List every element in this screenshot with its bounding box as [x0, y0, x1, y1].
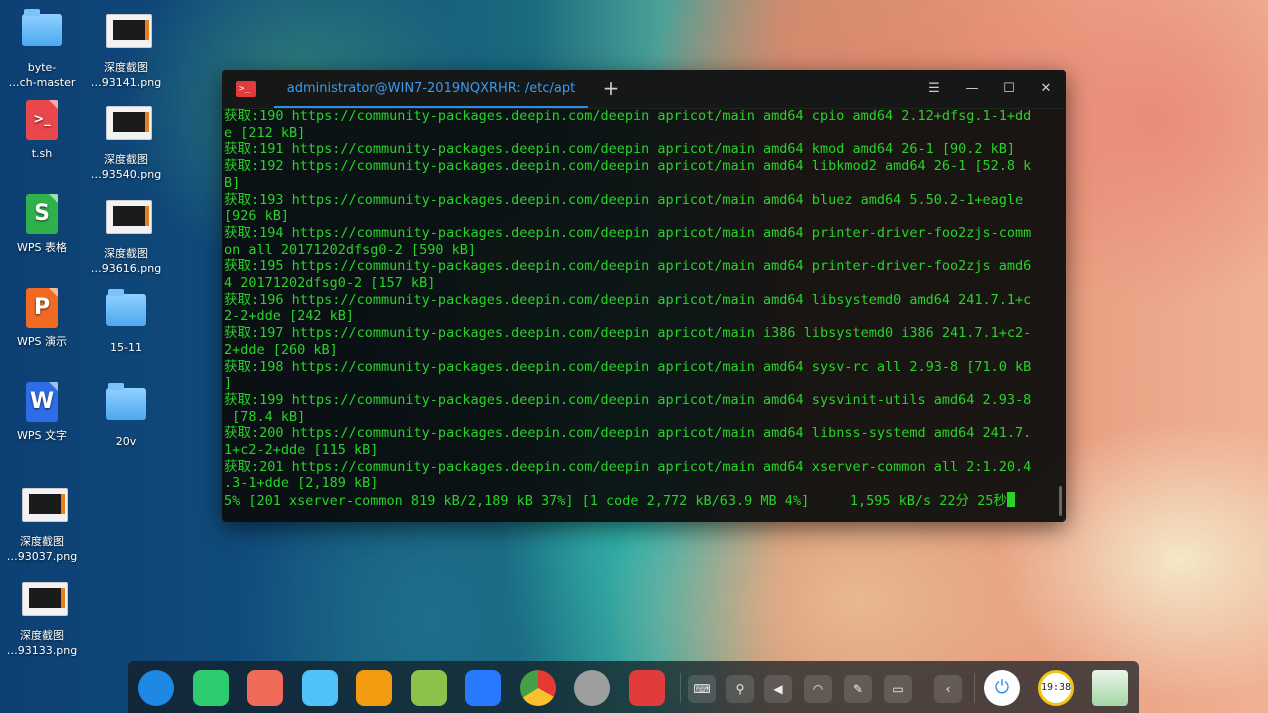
- dock-music-icon[interactable]: [410, 670, 447, 706]
- dock-movie-icon[interactable]: [465, 670, 501, 706]
- desktop-icon[interactable]: 15-11: [84, 288, 168, 355]
- shell-icon: >_: [22, 100, 62, 140]
- desktop-icon-label: 深度截图 …93133.png: [6, 629, 78, 657]
- terminal-line: 2+dde [260 kB]: [224, 341, 338, 358]
- folder-icon: [106, 383, 146, 428]
- terminal-window[interactable]: >_ administrator@WIN7-2019NQXRHR: /etc/a…: [222, 70, 1066, 522]
- desktop-icon[interactable]: 深度截图 …93141.png: [84, 8, 168, 90]
- terminal-line: 获取:193 https://community-packages.deepin…: [224, 191, 1024, 208]
- terminal-line: 获取:195 https://community-packages.deepin…: [224, 258, 1032, 275]
- terminal-line: 获取:190 https://community-packages.deepin…: [224, 108, 1032, 124]
- maximize-button[interactable]: ☐: [997, 79, 1021, 99]
- dock-deepin-store-icon[interactable]: [356, 670, 392, 706]
- desktop-icon[interactable]: S WPS 表格: [0, 194, 84, 255]
- desktop-icon[interactable]: P WPS 演示: [0, 288, 84, 349]
- scrollbar[interactable]: [1059, 486, 1062, 516]
- image-file-icon: [106, 14, 152, 54]
- desktop-icon[interactable]: 深度截图 …93540.png: [84, 100, 168, 182]
- image-file-icon: [106, 200, 152, 240]
- image-file-icon: [22, 582, 68, 622]
- terminal-output[interactable]: 获取:190 https://community-packages.deepin…: [224, 108, 1066, 522]
- terminal-line: 获取:201 https://community-packages.deepin…: [224, 458, 1032, 475]
- power-icon[interactable]: ⏻: [984, 670, 1020, 706]
- dock-terminal-icon[interactable]: [628, 670, 665, 706]
- dock-chrome-icon[interactable]: [519, 670, 556, 706]
- dock-separator: [974, 673, 975, 703]
- desktop-icon[interactable]: W WPS 文字: [0, 382, 84, 443]
- terminal-line: B]: [224, 174, 241, 191]
- desktop-icon-label: byte- …ch-master: [8, 61, 76, 89]
- tray-usb-icon[interactable]: ⚲: [726, 675, 754, 703]
- desktop-icon[interactable]: byte- …ch-master: [0, 8, 84, 90]
- desktop-icon-label: 深度截图 …93616.png: [90, 247, 162, 275]
- desktop-icon[interactable]: 20v: [84, 382, 168, 449]
- dock-separator: [680, 673, 681, 703]
- desktop-icon-label: WPS 表格: [17, 241, 67, 254]
- desktop-icon-label: t.sh: [31, 147, 53, 160]
- terminal-line: 获取:197 https://community-packages.deepin…: [224, 325, 1032, 342]
- desktop-icon[interactable]: >_ t.sh: [0, 100, 84, 161]
- clock-icon[interactable]: 19:38: [1038, 670, 1074, 706]
- wps-writer-icon: W: [22, 382, 62, 422]
- dock-settings-icon[interactable]: [574, 670, 610, 706]
- terminal-line: 1+c2-2+dde [115 kB]: [224, 442, 379, 459]
- image-file-icon: [22, 488, 68, 528]
- terminal-line: 获取:198 https://community-packages.deepin…: [224, 358, 1032, 375]
- minimize-button[interactable]: —: [960, 79, 984, 99]
- tray-wifi-icon[interactable]: ◠: [804, 675, 832, 703]
- terminal-line: 5% [201 xserver-common 819 kB/2,189 kB 3…: [224, 492, 1066, 510]
- terminal-app-icon: >_: [236, 81, 256, 97]
- terminal-line: 获取:196 https://community-packages.deepin…: [224, 291, 1032, 308]
- cursor: [1006, 492, 1015, 508]
- tray-pen-icon[interactable]: ✎: [844, 675, 872, 703]
- dock-launcher-icon[interactable]: [138, 670, 174, 706]
- dock-app-store-icon[interactable]: [301, 670, 338, 706]
- tray-volume-icon[interactable]: ◀: [764, 675, 792, 703]
- dock-file-manager-icon[interactable]: [192, 670, 229, 706]
- terminal-line: .3-1+dde [2,189 kB]: [224, 475, 379, 492]
- wps-slides-icon: P: [22, 288, 62, 328]
- new-tab-button[interactable]: +: [600, 76, 622, 100]
- tab-active-terminal[interactable]: administrator@WIN7-2019NQXRHR: /etc/apt: [274, 70, 588, 108]
- desktop-icon-label: 深度截图 …93540.png: [90, 153, 162, 181]
- desktop-icon[interactable]: 深度截图 …93133.png: [0, 576, 84, 658]
- terminal-line: 获取:199 https://community-packages.deepin…: [224, 391, 1032, 408]
- desktop-icon-label: 15-11: [110, 341, 142, 354]
- menu-button[interactable]: ☰: [922, 79, 946, 99]
- desktop-icon[interactable]: 深度截图 …93616.png: [84, 194, 168, 276]
- dock: ⌨ ⚲ ◀ ◠ ✎ ▭ ‹ ⏻ 19:38: [128, 661, 1139, 713]
- desktop-icon-label: WPS 演示: [17, 335, 67, 348]
- image-file-icon: [106, 106, 152, 146]
- terminal-line: 2-2+dde [242 kB]: [224, 308, 355, 325]
- terminal-line: [78.4 kB]: [224, 408, 306, 425]
- desktop-icon-label: 深度截图 …93037.png: [6, 535, 78, 563]
- terminal-line: ]: [224, 375, 233, 392]
- close-button[interactable]: ✕: [1034, 79, 1058, 99]
- tray-battery-icon[interactable]: ▭: [884, 675, 912, 703]
- terminal-line: 获取:200 https://community-packages.deepin…: [224, 425, 1032, 442]
- terminal-line: [926 kB]: [224, 208, 290, 225]
- dock-screen-recorder-icon[interactable]: [247, 670, 283, 706]
- folder-icon: [106, 289, 146, 334]
- trash-icon[interactable]: [1092, 670, 1128, 706]
- tray-keyboard-icon[interactable]: ⌨: [688, 675, 716, 703]
- tray-collapse-icon[interactable]: ‹: [934, 675, 962, 703]
- desktop-icon-label: WPS 文字: [17, 429, 67, 442]
- terminal-titlebar[interactable]: >_ administrator@WIN7-2019NQXRHR: /etc/a…: [222, 70, 1066, 109]
- terminal-line: e [212 kB]: [224, 124, 306, 141]
- terminal-line: 4 20171202dfsg0-2 [157 kB]: [224, 275, 436, 292]
- wps-sheet-icon: S: [22, 194, 62, 234]
- desktop-icon-label: 深度截图 …93141.png: [90, 61, 162, 89]
- terminal-line: on all 20171202dfsg0-2 [590 kB]: [224, 241, 476, 258]
- terminal-line: 获取:194 https://community-packages.deepin…: [224, 224, 1032, 241]
- terminal-line: 获取:191 https://community-packages.deepin…: [224, 141, 1016, 158]
- folder-icon: [22, 9, 62, 54]
- desktop-icon[interactable]: 深度截图 …93037.png: [0, 482, 84, 564]
- terminal-line: 获取:192 https://community-packages.deepin…: [224, 158, 1032, 175]
- desktop-icon-label: 20v: [115, 435, 137, 448]
